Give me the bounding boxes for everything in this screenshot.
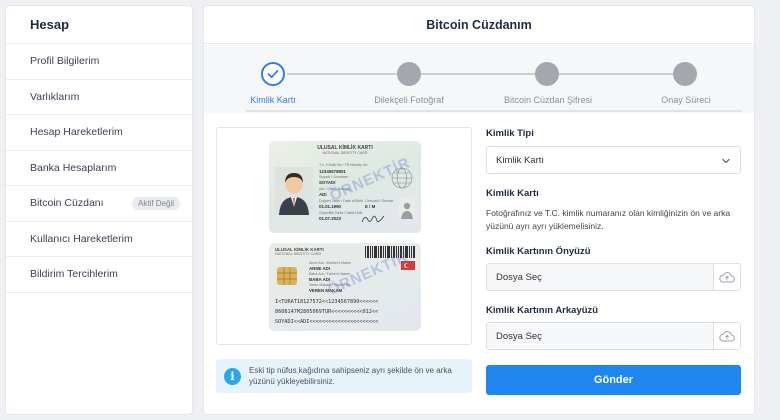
step-connector	[421, 73, 535, 75]
id-card-help-text: Fotoğrafınız ve T.C. kimlik numaranız ol…	[486, 208, 731, 231]
sidebar-item-notification-prefs[interactable]: Bildirim Tercihlerim	[6, 257, 192, 293]
status-badge: Aktif Değil	[131, 196, 180, 210]
back-side-label: Kimlik Kartının Arkayüzü	[486, 305, 599, 316]
step-connector	[287, 73, 397, 75]
sidebar-item-account-activity[interactable]: Hesap Hareketlerim	[6, 115, 192, 151]
card-gender: E / M	[365, 204, 376, 209]
card-date: 01.07.2023	[319, 216, 341, 221]
sidebar-item-label: Banka Hesaplarım	[30, 161, 117, 174]
cloud-upload-icon	[719, 331, 735, 342]
id-type-label: Kimlik Tipi	[486, 128, 534, 139]
step-2-label: Dilekçeli Fotoğraf	[374, 95, 444, 105]
file-input-label: Dosya Seç	[496, 330, 542, 342]
mrz-line: SOYADI<<ADI<<<<<<<<<<<<<<<<<<<<<<	[275, 319, 379, 325]
cloud-upload-icon	[719, 272, 735, 283]
sidebar-item-label: Kullanıcı Hareketlerim	[30, 232, 133, 245]
step-4-indicator	[673, 62, 697, 86]
info-icon: i	[224, 367, 241, 385]
info-notice: i Eski tip nüfus kağıdına sahipseniz ayr…	[216, 359, 472, 393]
step-2-indicator	[397, 62, 421, 86]
step-1-indicator	[261, 62, 285, 86]
upload-button[interactable]	[713, 323, 740, 349]
card-back-subtitle: NATIONAL IDENTITY CARD	[275, 252, 322, 256]
id-card-example: ULUSAL KİMLİK KARTI NATIONAL IDENTITY CA…	[216, 127, 472, 345]
sidebar-item-bank-accounts[interactable]: Banka Hesaplarım	[6, 151, 192, 186]
sidebar-item-label: Profil Bilgilerim	[30, 55, 100, 68]
id-type-value: Kimlik Kartı	[496, 154, 545, 166]
sidebar-item-label: Varlıklarım	[30, 90, 80, 103]
card-surname: SOYADI	[319, 180, 336, 185]
check-icon	[267, 69, 279, 79]
id-type-select[interactable]: Kimlik Kartı	[486, 146, 741, 174]
step-3-label: Bitcoin Cüzdan Şifresi	[503, 95, 593, 105]
front-side-label: Kimlik Kartının Önyüzü	[486, 246, 591, 257]
card-mother-name: ANNE ADI	[309, 266, 331, 271]
step-3-indicator	[535, 62, 559, 86]
sidebar-title: Hesap	[6, 6, 192, 44]
mrz-line: I<TURAT18127572<<1234567890<<<<<<	[275, 299, 379, 305]
sidebar-item-label: Bitcoin Cüzdanı	[30, 197, 104, 210]
progress-stepper: Kimlik Kartı Dilekçeli Fotoğraf Bitcoin …	[204, 45, 754, 113]
step-1-label: Kimlik Kartı	[250, 95, 296, 105]
page-title: Bitcoin Cüzdanım	[204, 6, 754, 44]
sidebar-item-bitcoin-wallet[interactable]: Bitcoin Cüzdanı Aktif Değil	[6, 186, 192, 222]
front-side-file-input[interactable]: Dosya Seç	[486, 263, 741, 291]
chip-icon	[277, 267, 297, 285]
file-input-label: Dosya Seç	[496, 271, 542, 283]
mrz-line: 8608147M2805069TUR<<<<<<<<<<012<<	[275, 309, 379, 315]
main-panel: Bitcoin Cüzdanım Kimlik Kartı Dilekçeli …	[203, 5, 755, 415]
upload-button[interactable]	[713, 264, 740, 290]
info-text: Eski tip nüfus kağıdına sahipseniz ayrı …	[249, 366, 452, 386]
signature-icon	[361, 215, 385, 223]
id-card-back-image: ULUSAL KİMLİK KARTI NATIONAL IDENTITY CA…	[269, 243, 421, 331]
id-card-front-image: ULUSAL KİMLİK KARTI NATIONAL IDENTITY CA…	[269, 141, 421, 233]
card-front-subtitle: NATIONAL IDENTITY CARD	[322, 151, 368, 155]
stepper-divider	[246, 110, 742, 112]
step-4-label: Onay Süreci	[661, 95, 711, 105]
back-side-file-input[interactable]: Dosya Seç	[486, 322, 741, 350]
sidebar-item-user-activity[interactable]: Kullanıcı Hareketlerim	[6, 222, 192, 257]
sidebar-item-label: Hesap Hareketlerim	[30, 126, 123, 139]
portrait-photo	[275, 167, 313, 215]
mini-portrait-icon	[399, 199, 415, 219]
chevron-down-icon	[722, 158, 730, 164]
submit-button[interactable]: Gönder	[486, 365, 741, 395]
step-connector	[559, 73, 673, 75]
sidebar-item-assets[interactable]: Varlıklarım	[6, 80, 192, 115]
account-sidebar: Hesap Profil Bilgilerim Varlıklarım Hesa…	[5, 5, 193, 415]
sidebar-item-label: Bildirim Tercihlerim	[30, 268, 118, 281]
id-card-heading: Kimlik Kartı	[486, 188, 539, 199]
sidebar-item-profile[interactable]: Profil Bilgilerim	[6, 44, 192, 80]
